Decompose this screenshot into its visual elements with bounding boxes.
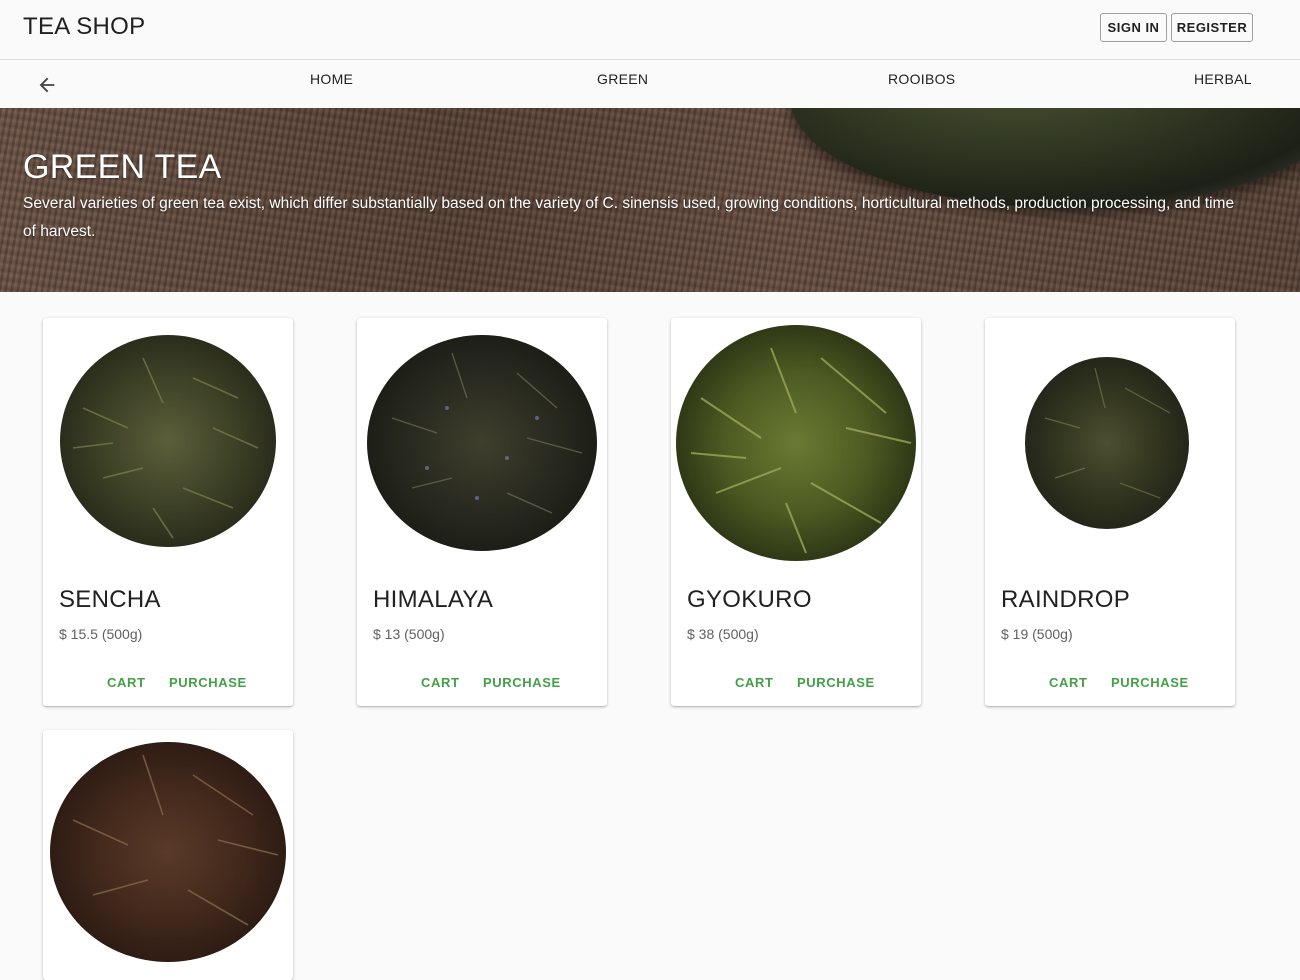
- nav-item-home[interactable]: HOME: [310, 71, 353, 87]
- product-name: RAINDROP: [1001, 586, 1131, 613]
- add-to-cart-button[interactable]: CART: [421, 675, 460, 690]
- register-button[interactable]: REGISTER: [1171, 13, 1253, 42]
- product-image[interactable]: [43, 730, 293, 980]
- product-card-himalaya: HIMALAYA $ 13 (500g) CART PURCHASE: [357, 318, 607, 706]
- product-price: $ 38 (500g): [687, 626, 759, 642]
- purchase-button[interactable]: PURCHASE: [797, 675, 875, 690]
- purchase-button[interactable]: PURCHASE: [169, 675, 247, 690]
- purchase-button[interactable]: PURCHASE: [1111, 675, 1189, 690]
- product-card-sencha: SENCHA $ 15.5 (500g) CART PURCHASE: [43, 318, 293, 706]
- add-to-cart-button[interactable]: CART: [1049, 675, 1088, 690]
- product-card-raindrop: RAINDROP $ 19 (500g) CART PURCHASE: [985, 318, 1235, 706]
- product-price: $ 19 (500g): [1001, 626, 1073, 642]
- nav-item-rooibos[interactable]: ROOIBOS: [888, 71, 955, 87]
- product-image[interactable]: [43, 318, 293, 568]
- arrow-left-icon[interactable]: [36, 74, 58, 96]
- product-name: GYOKURO: [687, 586, 812, 613]
- nav-item-green[interactable]: GREEN: [597, 71, 648, 87]
- add-to-cart-button[interactable]: CART: [107, 675, 146, 690]
- product-card-gyokuro: GYOKURO $ 38 (500g) CART PURCHASE: [671, 318, 921, 706]
- product-image[interactable]: [985, 318, 1235, 568]
- category-title: GREEN TEA: [23, 148, 222, 186]
- product-image[interactable]: [671, 318, 921, 568]
- brand-title[interactable]: TEA SHOP: [23, 13, 145, 41]
- category-description: Several varieties of green tea exist, wh…: [23, 195, 1235, 240]
- sign-in-button[interactable]: SIGN IN: [1100, 13, 1167, 42]
- category-hero-banner: GREEN TEA Several varieties of green tea…: [0, 108, 1300, 292]
- add-to-cart-button[interactable]: CART: [735, 675, 774, 690]
- purchase-button[interactable]: PURCHASE: [483, 675, 561, 690]
- nav-item-herbal[interactable]: HERBAL: [1194, 71, 1252, 87]
- product-price: $ 15.5 (500g): [59, 626, 143, 642]
- product-name: SENCHA: [59, 586, 161, 613]
- app-header: TEA SHOP SIGN IN REGISTER: [0, 0, 1300, 60]
- product-card-partial: [43, 730, 293, 980]
- product-name: HIMALAYA: [373, 586, 494, 613]
- product-price: $ 13 (500g): [373, 626, 445, 642]
- product-image[interactable]: [357, 318, 607, 568]
- category-nav: HOME GREEN ROOIBOS HERBAL: [0, 60, 1300, 108]
